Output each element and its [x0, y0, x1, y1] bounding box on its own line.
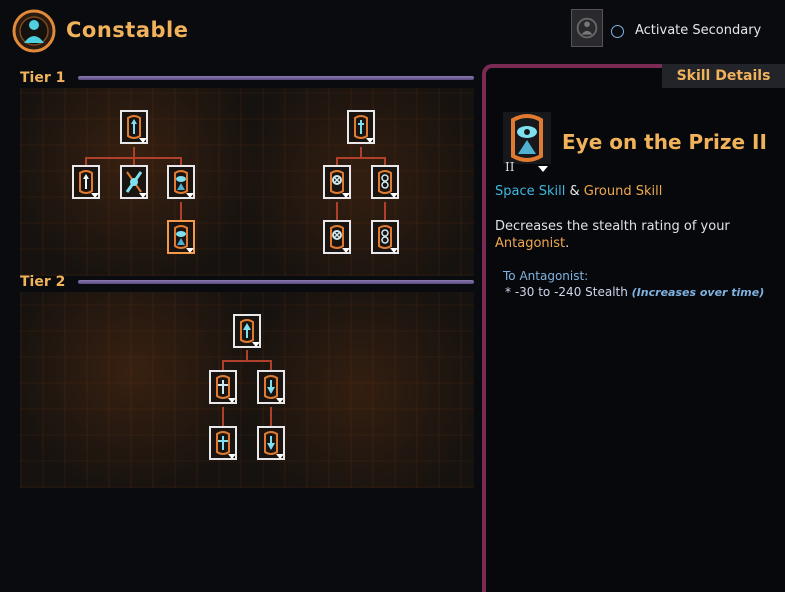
- connector: [222, 407, 224, 426]
- connector: [246, 350, 248, 360]
- skill-name: Eye on the Prize II: [562, 130, 767, 154]
- skill-icon-tier1-i[interactable]: [371, 220, 399, 254]
- connector: [222, 360, 224, 370]
- connector: [85, 157, 87, 165]
- tier-1-label: Tier 1: [20, 70, 66, 86]
- connector: [360, 147, 362, 157]
- connector: [270, 407, 272, 426]
- constable-career-icon: [12, 9, 56, 53]
- connector: [336, 202, 338, 220]
- connector: [336, 157, 338, 165]
- secondary-career-icon: [571, 9, 603, 47]
- skill-details-tab[interactable]: Skill Details: [662, 64, 785, 88]
- skill-icon-tier1-a[interactable]: [120, 110, 148, 144]
- activate-secondary-radio[interactable]: [611, 25, 624, 38]
- connector: [180, 157, 182, 165]
- skill-icon-tier1-f[interactable]: [323, 165, 351, 199]
- skill-description: Decreases the stealth rating of your Ant…: [495, 218, 765, 252]
- connector: [336, 157, 386, 159]
- rank-dropdown-icon[interactable]: [538, 166, 548, 172]
- target-label: To Antagonist:: [503, 269, 589, 283]
- skill-icon-tier2-d[interactable]: [209, 426, 237, 460]
- connector: [384, 157, 386, 165]
- skill-icon-tier2-e[interactable]: [257, 426, 285, 460]
- connector: [270, 360, 272, 370]
- connector: [222, 360, 272, 362]
- skill-icon-tier1-c[interactable]: [120, 165, 148, 199]
- tier-2-label: Tier 2: [20, 274, 66, 290]
- skill-icon-tier2-a[interactable]: [233, 314, 261, 348]
- effect-note: (Increases over time): [631, 286, 765, 299]
- skill-icon-tier1-d[interactable]: [167, 165, 195, 199]
- skill-icon-tier2-b[interactable]: [209, 370, 237, 404]
- skill-icon-tier1-g[interactable]: [371, 165, 399, 199]
- activate-secondary-label[interactable]: Activate Secondary: [635, 23, 761, 38]
- skill-icon-tier1-h[interactable]: [323, 220, 351, 254]
- tier-1-divider: [78, 76, 474, 80]
- connector: [133, 157, 135, 165]
- connector: [384, 202, 386, 220]
- description-text: Decreases the stealth rating of your: [495, 219, 730, 234]
- skill-icon-tier1-e[interactable]: [347, 110, 375, 144]
- tier-2-divider: [78, 280, 474, 284]
- description-highlight: Antagonist: [495, 236, 566, 251]
- effect-value: * -30 to -240 Stealth: [505, 285, 628, 299]
- connector: [180, 202, 182, 220]
- eye-on-the-prize-skill-icon: [503, 112, 551, 164]
- effect-line: * -30 to -240 Stealth (Increases over ti…: [505, 285, 764, 299]
- skill-icon-tier2-c[interactable]: [257, 370, 285, 404]
- connector: [133, 147, 135, 157]
- description-period: .: [565, 236, 570, 251]
- space-skill-label: Space Skill: [495, 184, 566, 199]
- ground-skill-label: Ground Skill: [583, 184, 663, 199]
- skill-icon-tier1-b[interactable]: [72, 165, 100, 199]
- skill-types: Space Skill & Ground Skill: [495, 184, 662, 199]
- career-title: Constable: [66, 18, 189, 42]
- skill-icon-eye-on-the-prize[interactable]: [167, 220, 195, 254]
- skill-rank: II: [505, 160, 515, 174]
- amp: &: [569, 184, 580, 199]
